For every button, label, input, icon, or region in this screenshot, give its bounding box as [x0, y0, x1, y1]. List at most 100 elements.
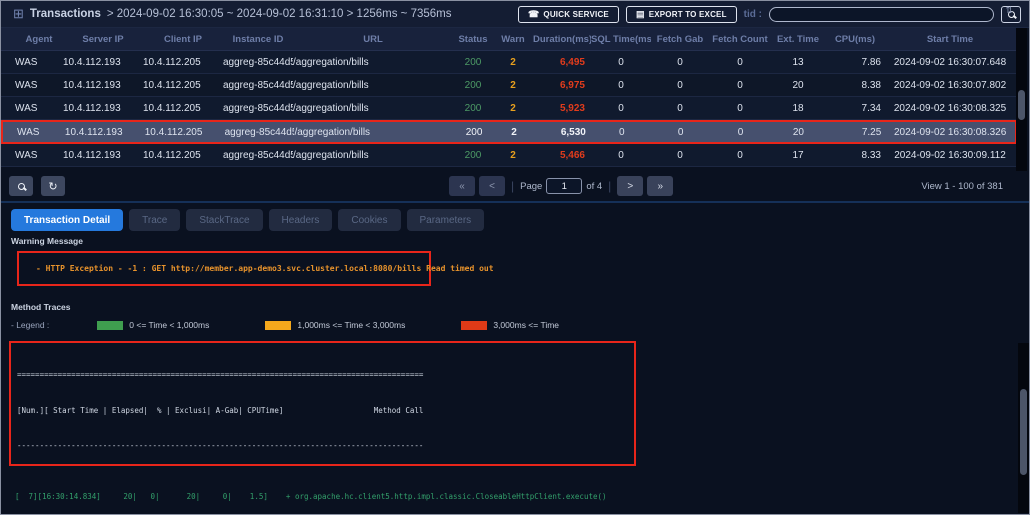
cell-agent: WAS [15, 56, 38, 68]
col-header-status[interactable]: Status [453, 34, 493, 45]
col-header-url[interactable]: URL [293, 34, 453, 45]
cell-server-ip: 10.4.112.193 [63, 79, 121, 91]
cell-start-time: 2024-09-02 16:30:07.802 [893, 79, 1007, 91]
cell-cpu: 7.34 [861, 102, 881, 114]
grid-search-button[interactable] [9, 176, 33, 196]
col-header-server-ip[interactable]: Server IP [63, 34, 143, 45]
quick-service-button[interactable]: ☎ QUICK SERVICE [517, 5, 619, 23]
detail-scrollbar[interactable] [1018, 343, 1029, 513]
legend-green-label: 0 <= Time < 1,000ms [129, 320, 210, 330]
col-header-warn[interactable]: Warn [493, 34, 533, 45]
trace-equals-line: ========================================… [17, 370, 424, 380]
page-title: Transactions [29, 8, 101, 20]
refresh-button[interactable]: ↻ [41, 176, 65, 196]
first-page-button[interactable]: « [449, 176, 475, 196]
cell-cpu: 7.86 [861, 56, 881, 68]
method-trace-highlight-box: ========================================… [9, 341, 636, 466]
cell-duration: 5,923 [559, 102, 585, 114]
prev-page-button[interactable]: < [479, 176, 505, 196]
cell-warn: 2 [510, 79, 516, 91]
col-header-duration[interactable]: Duration(ms) [533, 34, 591, 45]
table-scrollbar[interactable] [1016, 28, 1027, 171]
cell-sql-time: 0 [619, 126, 625, 138]
next-page-button[interactable]: > [617, 176, 644, 196]
col-header-client-ip[interactable]: Client IP [143, 34, 223, 45]
cell-server-ip: 10.4.112.193 [63, 102, 121, 114]
cell-duration: 5,466 [559, 149, 585, 161]
col-header-fetch-gab[interactable]: Fetch Gab [651, 34, 709, 45]
col-header-cpu[interactable]: CPU(ms) [825, 34, 885, 45]
cell-server-ip: 10.4.112.193 [63, 149, 121, 161]
cell-sql-time: 0 [618, 102, 624, 114]
pagination: « < | Page of 4 | > » [449, 176, 674, 196]
table-row[interactable]: WAS 10.4.112.193 10.4.112.205 aggreg-85c… [1, 144, 1017, 167]
col-header-agent[interactable]: Agent [1, 34, 63, 45]
export-to-excel-button[interactable]: ▤ EXPORT TO EXCEL [625, 5, 737, 23]
cell-warn: 2 [511, 126, 517, 138]
table-row[interactable]: WAS 10.4.112.193 10.4.112.205 aggreg-85c… [1, 97, 1017, 120]
tab-parameters[interactable]: Parameters [406, 209, 485, 231]
method-trace-continuation: [ 7][16:30:14.834] 20| 0| 20| 0| 1.5] + … [9, 468, 636, 514]
cell-url: /aggregation/bills [293, 102, 369, 114]
trace-line: [ 7][16:30:14.834] 20| 0| 20| 0| 1.5] + … [15, 492, 607, 502]
table-row-selected[interactable]: WAS 10.4.112.193 10.4.112.205 aggreg-85c… [1, 120, 1017, 144]
top-header-bar: ⊞ Transactions > 2024-09-02 16:30:05 ~ 2… [1, 1, 1029, 28]
cell-duration: 6,495 [559, 56, 585, 68]
cell-ext-time: 17 [792, 149, 804, 161]
tab-trace[interactable]: Trace [129, 209, 181, 231]
table-toolbar: ↻ « < | Page of 4 | > » View 1 - 100 of … [1, 171, 1017, 201]
legend-red-label: 3,000ms <= Time [493, 320, 560, 330]
table-row[interactable]: WAS 10.4.112.193 10.4.112.205 aggreg-85c… [1, 74, 1017, 97]
legend-red-swatch [461, 320, 488, 330]
cell-sql-time: 0 [618, 79, 624, 91]
cell-cpu: 7.25 [861, 126, 882, 138]
warning-message-text: - HTTP Exception - -1 : GET http://membe… [36, 264, 494, 273]
col-header-start-time[interactable]: Start Time [885, 34, 1015, 45]
tid-search-input[interactable] [769, 6, 994, 22]
tab-cookies[interactable]: Cookies [338, 209, 401, 231]
cell-fetch-count: 0 [737, 149, 743, 161]
cell-fetch-count: 0 [737, 79, 743, 91]
cell-warn: 2 [510, 56, 516, 68]
tab-transaction-detail[interactable]: Transaction Detail [11, 209, 124, 231]
legend-orange-label: 1,000ms <= Time < 3,000ms [297, 320, 406, 330]
cell-instance-id: aggreg-85c44d55r [224, 126, 295, 138]
cell-fetch-gab: 0 [677, 126, 684, 138]
table-row[interactable]: WAS 10.4.112.193 10.4.112.205 aggreg-85c… [1, 51, 1017, 74]
legend-title: - Legend : [11, 320, 50, 330]
trace-dash-line: ----------------------------------------… [17, 440, 424, 450]
cell-agent: WAS [17, 126, 40, 138]
tab-stacktrace[interactable]: StackTrace [186, 209, 263, 231]
cell-status: 200 [464, 79, 482, 91]
sort-icon[interactable]: ⇅ [1005, 5, 1013, 16]
cell-instance-id: aggreg-85c44d55r [223, 56, 293, 68]
cell-instance-id: aggreg-85c44d55r [223, 79, 293, 91]
cell-ext-time: 20 [792, 126, 804, 138]
page-number-input[interactable] [546, 178, 583, 194]
col-header-fetch-count[interactable]: Fetch Count [709, 34, 771, 45]
cell-client-ip: 10.4.112.205 [143, 56, 201, 68]
cell-fetch-gab: 0 [677, 149, 683, 161]
last-page-button[interactable]: » [647, 176, 674, 196]
cell-server-ip: 10.4.112.193 [64, 126, 123, 138]
divider: | [608, 179, 612, 193]
tab-headers[interactable]: Headers [268, 209, 333, 231]
transactions-table: Agent Server IP Client IP Instance ID UR… [1, 28, 1017, 167]
cell-instance-id: aggreg-85c44d55r [223, 149, 293, 161]
col-header-sql-time[interactable]: SQL Time(ms) [591, 34, 651, 45]
view-range-label: View 1 - 100 of 381 [921, 180, 1003, 192]
cell-ext-time: 18 [792, 102, 804, 114]
col-header-ext-time[interactable]: Ext. Time [771, 34, 825, 45]
cell-cpu: 8.38 [861, 79, 881, 91]
cell-start-time: 2024-09-02 16:30:08.325 [893, 102, 1007, 114]
cell-cpu: 8.33 [861, 149, 881, 161]
page-label: Page [520, 180, 543, 192]
cell-instance-id: aggreg-85c44d55r [223, 102, 293, 114]
grid-table-icon: ⊞ [13, 6, 24, 21]
table-header-row: Agent Server IP Client IP Instance ID UR… [1, 28, 1017, 51]
breadcrumb: > 2024-09-02 16:30:05 ~ 2024-09-02 16:31… [106, 8, 452, 20]
col-header-instance-id[interactable]: Instance ID [223, 34, 293, 45]
cell-fetch-count: 0 [737, 56, 743, 68]
trace-legend: - Legend : 0 <= Time < 1,000ms 1,000ms <… [11, 320, 615, 330]
cell-fetch-gab: 0 [677, 56, 683, 68]
